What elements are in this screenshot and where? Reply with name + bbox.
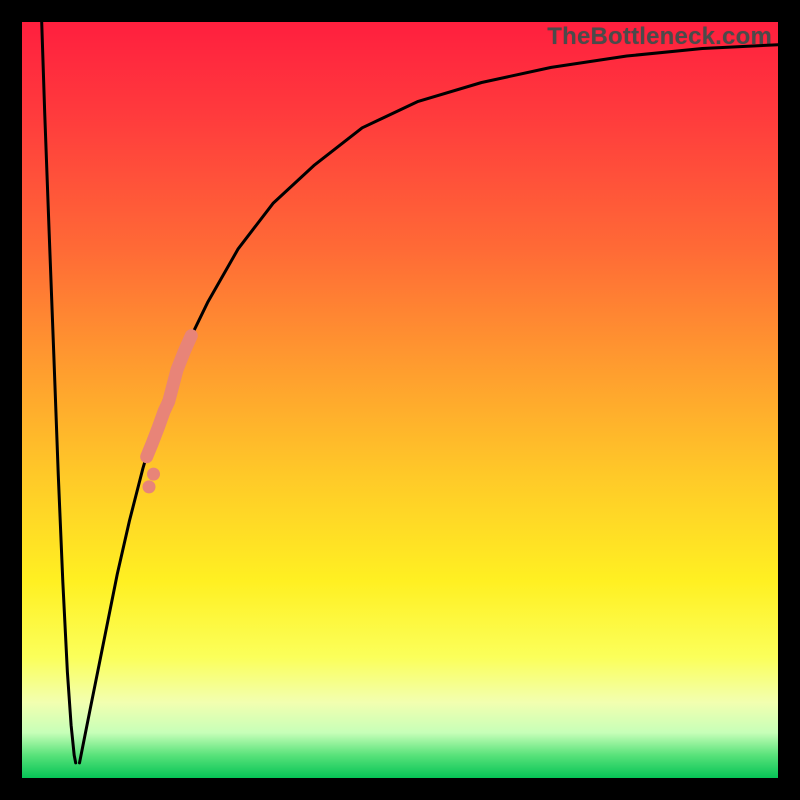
highlight-dot — [147, 468, 160, 481]
highlight-dot — [143, 480, 156, 493]
highlight-segment — [147, 336, 192, 457]
curve-left-branch — [42, 22, 76, 763]
curve-svg — [22, 22, 778, 778]
curve-right-branch — [80, 45, 779, 763]
watermark-text: TheBottleneck.com — [547, 23, 772, 51]
plot-area: TheBottleneck.com — [22, 22, 778, 778]
highlight-dots — [143, 468, 161, 494]
chart-stage: TheBottleneck.com — [0, 0, 800, 800]
